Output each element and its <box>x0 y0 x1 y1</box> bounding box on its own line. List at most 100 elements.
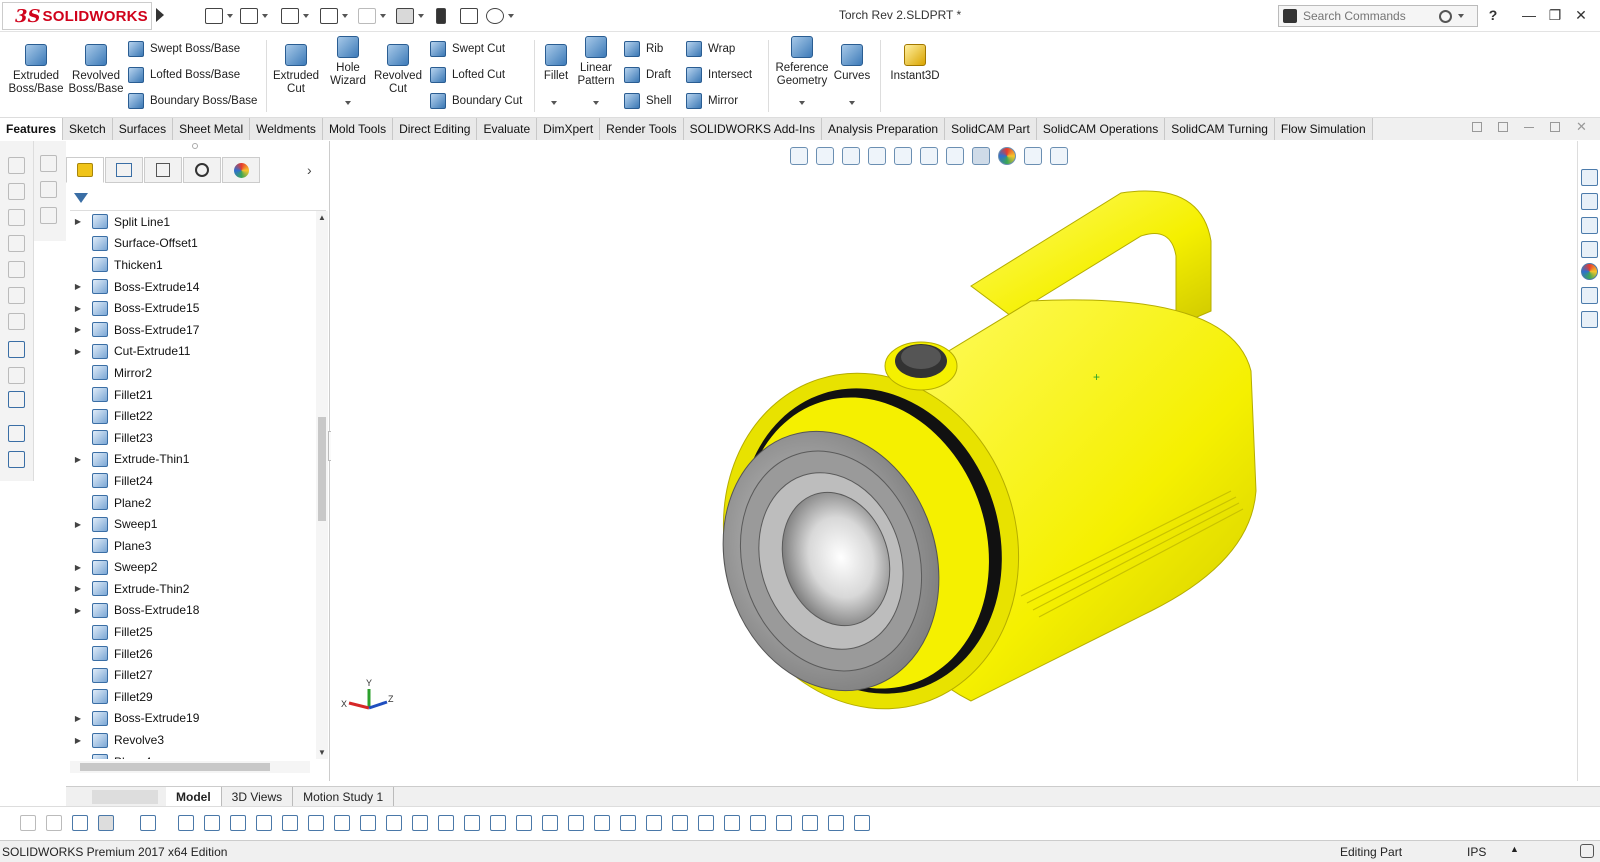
tile-icon[interactable] <box>1472 122 1482 132</box>
apply-scene-icon[interactable] <box>1024 147 1042 165</box>
tree-item[interactable]: ▶ Boss-Extrude17 <box>66 319 316 341</box>
tab-evaluate[interactable]: Evaluate <box>477 118 538 140</box>
revolved-boss-button[interactable]: Revolved Boss/Base <box>68 44 124 96</box>
solidworks-logo[interactable]: 3S SOLIDWORKS <box>2 2 152 30</box>
tree-item[interactable]: Fillet23 <box>66 427 316 449</box>
swept-boss-button[interactable]: Swept Boss/Base <box>128 39 240 59</box>
scrollbar-thumb[interactable] <box>80 763 270 771</box>
shell-button[interactable]: Shell <box>624 91 672 111</box>
tile-icon[interactable] <box>1498 122 1508 132</box>
tree-item[interactable]: ▶ Boss-Extrude18 <box>66 600 316 622</box>
filter-icon[interactable] <box>620 815 636 831</box>
tree-item[interactable]: Mirror2 <box>66 362 316 384</box>
tree-item[interactable]: ▶ Sweep1 <box>66 513 316 535</box>
zoom-to-fit-icon[interactable] <box>790 147 808 165</box>
file-explorer-icon[interactable] <box>1581 217 1598 234</box>
filter-icon[interactable] <box>568 815 584 831</box>
tree-filter[interactable] <box>70 189 326 211</box>
displaymanager-tab[interactable] <box>222 157 260 183</box>
swept-cut-button[interactable]: Swept Cut <box>430 39 505 59</box>
instant3d-button[interactable]: Instant3D <box>880 44 950 83</box>
panel-grip-icon[interactable] <box>192 143 198 149</box>
tree-item[interactable]: ▶ Revolve3 <box>66 729 316 751</box>
propertymanager-tab[interactable] <box>105 157 143 183</box>
tab-solidcam-part[interactable]: SolidCAM Part <box>945 118 1037 140</box>
restore-icon[interactable]: ❐ <box>1546 6 1564 24</box>
tree-item[interactable]: Fillet21 <box>66 384 316 406</box>
tree-item[interactable]: ▶ Extrude-Thin1 <box>66 449 316 471</box>
unit-system-text[interactable]: IPS <box>1467 845 1486 859</box>
custom-properties-icon[interactable] <box>1581 287 1598 304</box>
filter-icon[interactable] <box>750 815 766 831</box>
filter-icon[interactable] <box>646 815 662 831</box>
filter-icon[interactable] <box>698 815 714 831</box>
tree-item[interactable]: Fillet24 <box>66 470 316 492</box>
expand-arrow-icon[interactable]: ▶ <box>70 455 86 464</box>
minimize-icon[interactable]: — <box>1520 6 1538 24</box>
tree-item[interactable]: ▶ Sweep2 <box>66 557 316 579</box>
view-orientation-icon[interactable] <box>920 147 938 165</box>
chevron-down-icon[interactable] <box>799 101 805 105</box>
expand-arrow-icon[interactable]: ▶ <box>70 606 86 615</box>
hole-wizard-button[interactable]: Hole Wizard <box>320 36 376 88</box>
expand-arrow-icon[interactable]: ▶ <box>70 282 86 291</box>
search-icon[interactable] <box>1439 9 1452 23</box>
tab-3d-views[interactable]: 3D Views <box>222 786 294 807</box>
chevron-down-icon[interactable] <box>593 101 599 105</box>
previous-view-icon[interactable] <box>842 147 860 165</box>
extruded-cut-button[interactable]: Extruded Cut <box>268 44 324 96</box>
minimize-icon[interactable] <box>1524 122 1534 128</box>
tree-item[interactable]: Plane2 <box>66 492 316 514</box>
expand-arrow-icon[interactable]: ▶ <box>70 714 86 723</box>
expand-arrow-icon[interactable]: ▶ <box>70 563 86 572</box>
tab-render-tools[interactable]: Render Tools <box>600 118 684 140</box>
expand-arrow-icon[interactable]: ▶ <box>70 304 86 313</box>
wrap-button[interactable]: Wrap <box>686 39 735 59</box>
boundary-cut-button[interactable]: Boundary Cut <box>430 91 522 111</box>
tree-item[interactable]: Fillet22 <box>66 405 316 427</box>
tree-item[interactable]: ▶ Extrude-Thin2 <box>66 578 316 600</box>
expand-arrow-icon[interactable]: ▶ <box>70 217 86 226</box>
open-button[interactable] <box>240 6 268 26</box>
tool-icon[interactable] <box>8 425 25 442</box>
configurationmanager-tab[interactable] <box>144 157 182 183</box>
filter-icon[interactable] <box>438 815 454 831</box>
view-palette-icon[interactable] <box>1581 241 1598 258</box>
lofted-boss-button[interactable]: Lofted Boss/Base <box>128 65 240 85</box>
tree-item[interactable]: Plane3 <box>66 535 316 557</box>
tool-icon[interactable] <box>8 209 25 226</box>
tab-motion-study[interactable]: Motion Study 1 <box>293 786 395 807</box>
tree-item[interactable]: ▶ Boss-Extrude15 <box>66 297 316 319</box>
tab-solidworks-add-ins[interactable]: SOLIDWORKS Add-Ins <box>683 118 823 140</box>
print-button[interactable] <box>320 6 348 26</box>
tool-icon[interactable] <box>8 235 25 252</box>
filter-icon[interactable] <box>20 815 36 831</box>
filter-icon[interactable] <box>802 815 818 831</box>
filter-icon[interactable] <box>516 815 532 831</box>
boundary-boss-button[interactable]: Boundary Boss/Base <box>128 91 257 111</box>
tool-icon[interactable] <box>8 341 25 358</box>
design-library-icon[interactable] <box>1581 193 1598 210</box>
chevron-down-icon[interactable] <box>1458 14 1464 18</box>
tab-flow-simulation[interactable]: Flow Simulation <box>1274 118 1373 140</box>
tool-icon[interactable] <box>8 451 25 468</box>
tree-item[interactable]: Surface-Offset1 <box>66 233 316 255</box>
options-button[interactable] <box>486 6 514 26</box>
filter-icon[interactable] <box>334 815 350 831</box>
filter-icon[interactable] <box>72 815 88 831</box>
help-button[interactable]: ? <box>1484 6 1502 24</box>
chevron-down-icon[interactable] <box>345 101 351 105</box>
filter-icon[interactable] <box>490 815 506 831</box>
tool-icon[interactable] <box>8 313 25 330</box>
extruded-boss-button[interactable]: Extruded Boss/Base <box>8 44 64 96</box>
lofted-cut-button[interactable]: Lofted Cut <box>430 65 505 85</box>
chevron-right-icon[interactable]: › <box>307 162 312 178</box>
forum-icon[interactable] <box>1581 311 1598 328</box>
filter-icon[interactable] <box>724 815 740 831</box>
tree-vertical-scrollbar[interactable]: ▲ ▼ <box>316 211 328 759</box>
select-cursor-icon[interactable] <box>98 815 114 831</box>
filter-icon[interactable] <box>828 815 844 831</box>
scrollbar-thumb[interactable] <box>318 417 326 521</box>
tab-direct-editing[interactable]: Direct Editing <box>393 118 478 140</box>
edit-appearance-icon[interactable] <box>998 147 1016 165</box>
